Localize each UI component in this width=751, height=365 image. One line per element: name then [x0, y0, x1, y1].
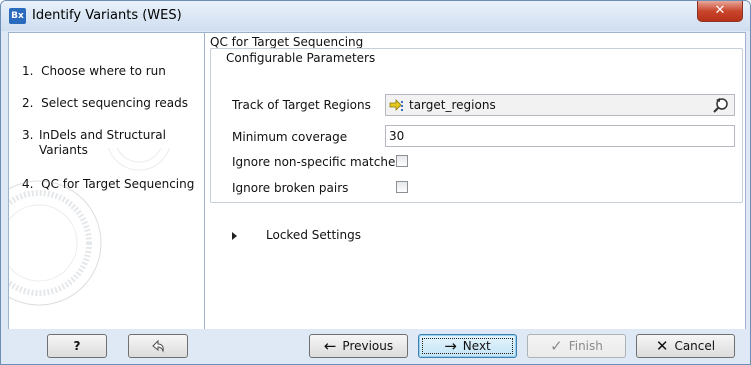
checkmark-icon: ✓: [550, 336, 563, 355]
nonspecific-label: Ignore non-specific matches: [232, 155, 402, 169]
minimum-coverage-input[interactable]: 30: [385, 125, 735, 147]
previous-button[interactable]: ← Previous: [309, 334, 408, 358]
window-title: Identify Variants (WES): [32, 8, 182, 23]
close-button[interactable]: ✕: [697, 1, 743, 22]
next-button[interactable]: → Next: [418, 334, 517, 358]
step-number: 2.: [22, 96, 34, 110]
step-item-1: 1. Choose where to run: [22, 64, 202, 79]
coverage-value: 30: [389, 129, 405, 143]
close-icon: ✕: [714, 3, 726, 18]
broken-pairs-label: Ignore broken pairs: [232, 181, 349, 195]
help-label: ?: [73, 339, 81, 353]
dialog-window: Bx Identify Variants (WES) ✕ 1. Choose w…: [0, 0, 751, 365]
watermark-logo: [9, 148, 170, 306]
browse-icon[interactable]: [712, 97, 730, 113]
settings-panel: QC for Target Sequencing Configurable Pa…: [205, 33, 745, 329]
locked-settings-toggle[interactable]: Locked Settings: [266, 228, 361, 242]
step-item-2: 2. Select sequencing reads: [22, 96, 202, 111]
expand-triangle-icon[interactable]: [232, 232, 237, 240]
finish-button[interactable]: ✓ Finish: [527, 334, 626, 358]
cancel-label: Cancel: [674, 339, 716, 353]
panel-title: QC for Target Sequencing: [210, 35, 364, 49]
reset-button[interactable]: [128, 334, 188, 358]
group-title: Configurable Parameters: [226, 51, 376, 65]
help-button[interactable]: ?: [47, 334, 107, 358]
focus-ring: [422, 338, 513, 354]
app-icon: Bx: [9, 8, 26, 24]
finish-label: Finish: [568, 339, 603, 353]
previous-label: Previous: [342, 339, 394, 353]
x-mark-icon: ✕: [655, 336, 669, 355]
track-value: target_regions: [409, 98, 496, 112]
track-arrow-icon: [389, 99, 403, 111]
cancel-button[interactable]: ✕ Cancel: [636, 334, 735, 358]
button-bar: ? ← Previous → Next ✓ Finish ✕ Cancel: [1, 329, 750, 364]
arrow-left-icon: ←: [323, 336, 337, 355]
step-label: Choose where to run: [41, 64, 166, 78]
title-bar[interactable]: Bx Identify Variants (WES) ✕: [1, 1, 750, 31]
reset-arrow-icon: [152, 339, 164, 353]
step-number: 1.: [22, 64, 34, 78]
step-label: Select sequencing reads: [41, 96, 189, 110]
ignore-nonspecific-checkbox[interactable]: [396, 155, 408, 167]
coverage-label: Minimum coverage: [232, 130, 348, 144]
track-label: Track of Target Regions: [232, 98, 371, 112]
ignore-broken-pairs-checkbox[interactable]: [396, 181, 408, 193]
dialog-body: 1. Choose where to run 2. Select sequenc…: [8, 32, 746, 330]
track-input[interactable]: target_regions: [385, 94, 735, 116]
wizard-steps: 1. Choose where to run 2. Select sequenc…: [9, 33, 205, 329]
